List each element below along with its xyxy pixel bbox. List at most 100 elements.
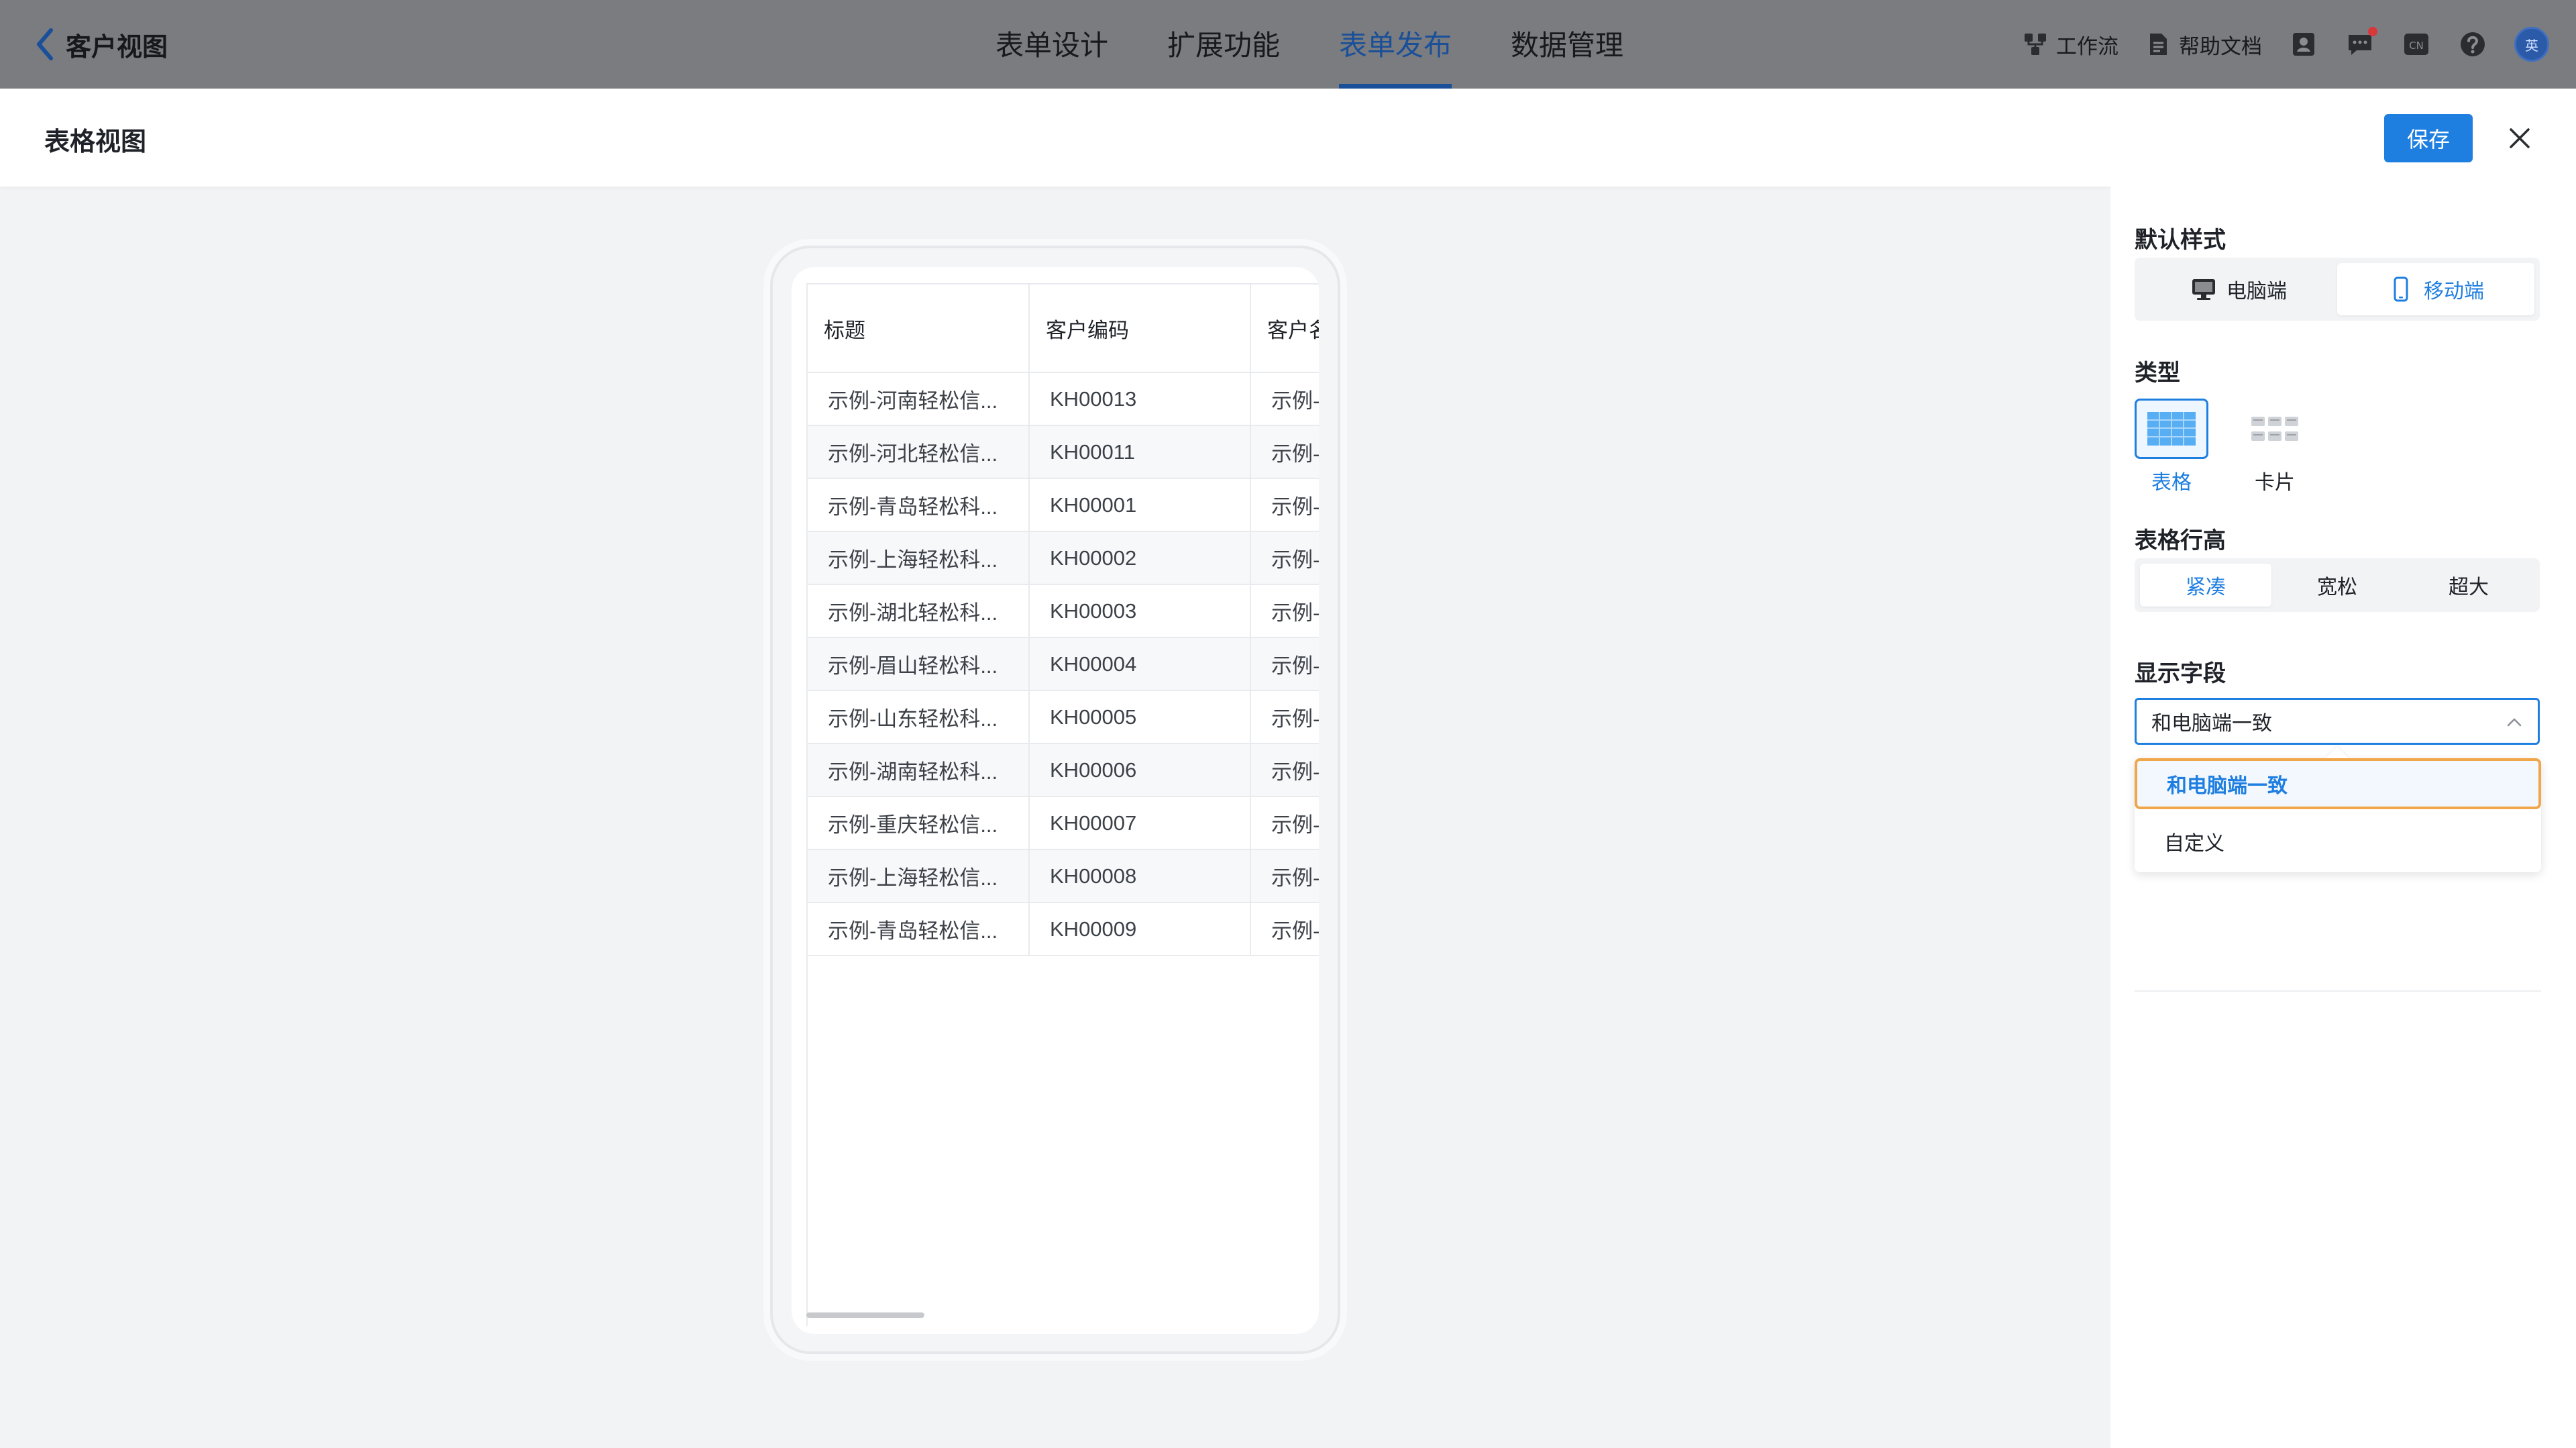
table-row: 示例-眉山轻松科...KH00004示例-眉山 [808,637,1319,691]
table-cell: KH00007 [1029,796,1251,850]
table-cell: 示例-河南轻松信... [808,372,1030,426]
display-fields-dropdown: 和电脑端一致 自定义 [2135,758,2541,872]
back-label: 客户视图 [66,33,168,62]
app-topbar: 客户视图 表单设计 扩展功能 表单发布 数据管理 工作流 帮助文档 CN 英 [0,0,2576,89]
table-cell: 示例-青岛轻松科... [808,478,1030,532]
tab-form-publish[interactable]: 表单发布 [1339,0,1452,89]
type-card-thumb [2238,399,2312,459]
close-icon [2510,128,2530,148]
contact-card-icon [2293,33,2314,56]
row-height-compact[interactable]: 紧凑 [2140,564,2271,607]
horizontal-scrollbar[interactable] [806,1312,924,1318]
table-cell: 示例-青岛轻松信... [808,902,1030,956]
option-same-as-desktop[interactable]: 和电脑端一致 [2135,758,2541,809]
tab-form-design[interactable]: 表单设计 [996,0,1108,89]
table-cell: 示例-河北 [1250,425,1319,479]
type-options: 表格 卡片 [2135,399,2312,495]
table-cell: 示例-上海轻松信... [808,849,1030,903]
type-table-label: 表格 [2151,472,2192,494]
table-row: 示例-河北轻松信...KH00011示例-河北 [808,425,1319,479]
row-height-loose[interactable]: 宽松 [2271,564,2403,607]
help-docs-button[interactable]: 帮助文档 [2145,30,2262,60]
close-button[interactable] [2501,119,2538,157]
column-header-customer-name: 客户名称 [1250,283,1319,373]
type-card-option[interactable]: 卡片 [2238,399,2312,495]
table-row: 示例-上海轻松科...KH00002示例-上海 [808,531,1319,585]
table-cell: KH00005 [1029,690,1251,744]
table-cell: 示例-湖北 [1250,584,1319,638]
mobile-phone-icon [2394,276,2408,302]
table-row: 示例-河南轻松信...KH00013示例-河南 [808,372,1319,426]
display-fields-value: 和电脑端一致 [2151,713,2272,735]
help-button[interactable] [2458,30,2487,59]
table-row: 示例-湖南轻松科...KH00006示例-湖南 [808,743,1319,797]
table-cell: KH00001 [1029,478,1251,532]
language-code: CN [2409,40,2424,52]
table-cell: 示例-河南 [1250,372,1319,426]
table-cell: 示例-上海轻松科... [808,531,1030,585]
desktop-option-label: 电脑端 [2226,280,2287,303]
table-cell: 示例-眉山轻松科... [808,637,1030,691]
back-button[interactable]: 客户视图 [34,24,168,64]
table-cell: KH00004 [1029,637,1251,691]
tab-data-management[interactable]: 数据管理 [1511,0,1623,89]
notification-dot [2368,27,2377,36]
table-cell: KH00006 [1029,743,1251,797]
table-cell: 示例-湖北轻松科... [808,584,1030,638]
type-card-label: 卡片 [2255,472,2295,494]
table-cell: KH00008 [1029,849,1251,903]
table-cell: 示例-青岛 [1250,478,1319,532]
column-header-title: 标题 [808,283,1030,373]
type-table-option[interactable]: 表格 [2135,399,2208,495]
chevron-left-icon [37,28,53,60]
language-icon: CN [2404,34,2428,55]
settings-panel: 默认样式 电脑端 移动端 类型 表格 卡片 表格行高 紧凑 宽松 超大 显示字段… [2110,187,2576,1448]
table-cell: 示例-眉山 [1250,637,1319,691]
mobile-preview-frame: 标题 客户编码 客户名称 示例-河南轻松信...KH00013示例-河南 示例-… [770,246,1340,1354]
table-header-row: 标题 客户编码 客户名称 [808,283,1319,373]
table-row: 示例-重庆轻松信...KH00007示例-重庆 [808,796,1319,850]
messages-button[interactable] [2345,27,2377,59]
preview-table-scroll[interactable]: 标题 客户编码 客户名称 示例-河南轻松信...KH00013示例-河南 示例-… [806,283,1319,1326]
table-cell: 示例-河北轻松信... [808,425,1030,479]
workflow-button[interactable]: 工作流 [2023,30,2118,60]
display-fields-select[interactable]: 和电脑端一致 [2135,698,2540,745]
table-layout-icon [2147,412,2196,446]
language-button[interactable]: CN [2402,30,2431,59]
mobile-option[interactable]: 移动端 [2337,263,2534,315]
table-cell: 示例-重庆 [1250,796,1319,850]
table-row: 示例-青岛轻松信...KH00009示例-青岛 [808,902,1319,956]
table-cell: 示例-山东轻松科... [808,690,1030,744]
topbar-tools: 工作流 帮助文档 CN 英 [2023,24,2549,64]
help-docs-label: 帮助文档 [2179,34,2262,58]
card-layout-icon [2251,417,2298,441]
default-style-title: 默认样式 [2135,227,2226,253]
table-cell: KH00013 [1029,372,1251,426]
default-style-switch: 电脑端 移动端 [2135,258,2540,321]
option-custom[interactable]: 自定义 [2135,816,2541,867]
table-cell: 示例-重庆轻松信... [808,796,1030,850]
save-button[interactable]: 保存 [2384,114,2473,162]
row-height-xlarge[interactable]: 超大 [2403,564,2534,607]
table-row: 示例-青岛轻松科...KH00001示例-青岛 [808,478,1319,532]
tab-extensions[interactable]: 扩展功能 [1167,0,1280,89]
table-cell: KH00003 [1029,584,1251,638]
type-table-thumb [2135,399,2208,459]
table-cell: 示例-上海 [1250,531,1319,585]
chevron-up-icon [2507,718,2522,727]
desktop-option[interactable]: 电脑端 [2140,263,2337,315]
monitor-icon [2192,279,2215,300]
document-icon [2150,34,2167,55]
user-avatar[interactable]: 英 [2514,27,2549,62]
mobile-preview-screen: 标题 客户编码 客户名称 示例-河南轻松信...KH00013示例-河南 示例-… [792,267,1319,1334]
table-view-drawer: 表格视图 保存 标题 客户编码 客户名称 示例- [0,89,2576,1448]
workflow-icon [2025,34,2046,55]
column-header-customer-code: 客户编码 [1029,283,1251,373]
mobile-option-label: 移动端 [2424,280,2484,303]
table-cell: KH00009 [1029,902,1251,956]
drawer-title: 表格视图 [44,128,147,156]
table-row: 示例-上海轻松信...KH00008示例-上海 [808,849,1319,903]
table-cell: 示例-山东 [1250,690,1319,744]
table-cell: 示例-上海 [1250,849,1319,903]
contacts-button[interactable] [2289,30,2318,59]
